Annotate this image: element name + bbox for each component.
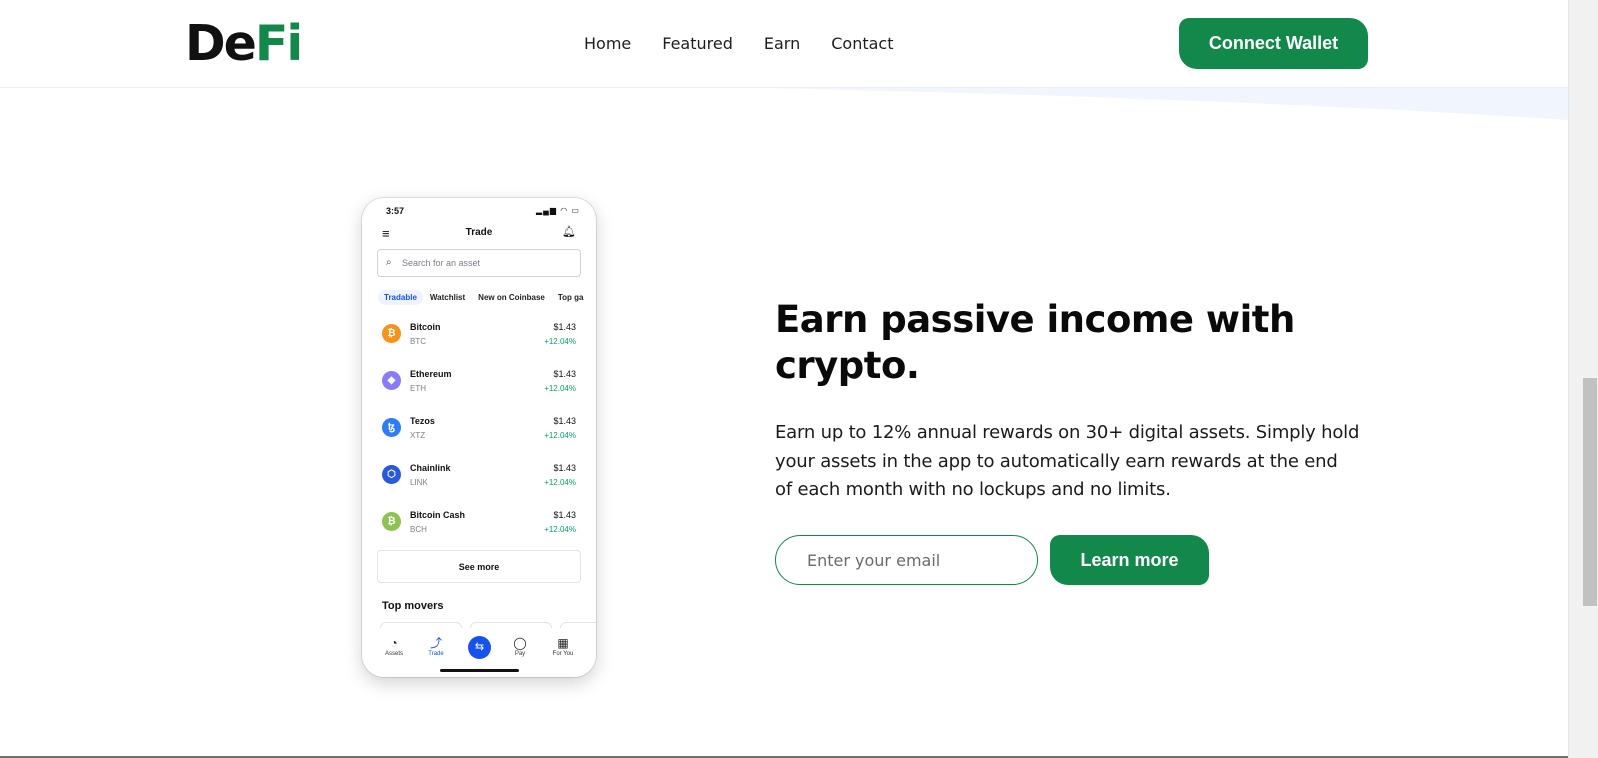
asset-name: Chainlink (410, 463, 451, 473)
asset-name: Ethereum (410, 369, 452, 379)
phone-title: Trade (465, 227, 493, 238)
search-icon: ⌕ (386, 257, 392, 268)
asset-price: $1.43 (553, 463, 576, 473)
connect-wallet-button[interactable]: Connect Wallet (1179, 18, 1368, 69)
asset-row[interactable]: ꜩ Tezos XTZ $1.43 +12.04% (362, 412, 596, 458)
nav-label: Pay (514, 651, 526, 657)
asset-change: +12.04% (544, 478, 576, 487)
nav-earn[interactable]: Earn (764, 31, 800, 57)
tab-watchlist[interactable]: Watchlist (424, 290, 471, 305)
bitcoin-cash-icon: ₿ (382, 512, 401, 531)
asset-symbol: LINK (410, 478, 428, 487)
email-input[interactable] (775, 535, 1038, 585)
asset-change: +12.04% (544, 431, 576, 440)
nav-pay[interactable]: ◯ Pay (500, 636, 540, 659)
phone-clock: 3:57 (386, 206, 405, 216)
swap-icon[interactable]: ⇆ (468, 636, 491, 659)
nav-featured[interactable]: Featured (662, 31, 733, 57)
asset-symbol: ETH (410, 384, 426, 393)
logo-text-fi: Fi (254, 15, 303, 72)
trend-icon: ⤴ (429, 636, 442, 650)
asset-price: $1.43 (553, 416, 576, 426)
chainlink-icon: ⬡ (382, 465, 401, 484)
nav-home[interactable]: Home (584, 31, 631, 57)
asset-row[interactable]: ⬡ Chainlink LINK $1.43 +12.04% (362, 459, 596, 505)
asset-name: Bitcoin (410, 322, 441, 332)
logo-text-de: De (185, 15, 257, 72)
pie-chart-icon: ◔ (390, 636, 398, 650)
scrollbar-thumb[interactable] (1583, 378, 1597, 606)
asset-row[interactable]: ₿ Bitcoin Cash BCH $1.43 +12.04% (362, 506, 596, 552)
asset-symbol: BCH (410, 525, 427, 534)
nav-for-you[interactable]: ▦ For You (543, 636, 583, 659)
asset-change: +12.04% (544, 525, 576, 534)
ethereum-icon: ◆ (382, 371, 401, 390)
home-indicator (440, 669, 519, 672)
nav-label: Trade (428, 651, 444, 657)
top-movers-heading: Top movers (382, 600, 444, 612)
bitcoin-icon: ₿ (382, 324, 401, 343)
asset-row[interactable]: ₿ Bitcoin BTC $1.43 +12.04% (362, 318, 596, 364)
nav-label: Assets (384, 651, 403, 657)
site-header: DeFi Home Featured Earn Contact Connect … (0, 0, 1568, 88)
hero-title: Earn passive income with crypto. (775, 298, 1295, 387)
page: DeFi Home Featured Earn Contact Connect … (0, 0, 1598, 758)
asset-price: $1.43 (553, 322, 576, 332)
grid-icon: ▦ (557, 636, 569, 650)
phone-search-placeholder: Search for an asset (402, 258, 481, 268)
asset-row[interactable]: ◆ Ethereum ETH $1.43 +12.04% (362, 365, 596, 411)
asset-change: +12.04% (544, 384, 576, 393)
phone-status-icons: ▂▄▆ ◠ ▭ (536, 206, 580, 215)
bell-icon[interactable]: 🔔︎ (562, 225, 576, 238)
asset-symbol: BTC (410, 337, 426, 346)
nav-assets[interactable]: ◔ Assets (374, 636, 414, 659)
logo[interactable]: DeFi (185, 14, 303, 74)
asset-price: $1.43 (553, 510, 576, 520)
see-more-button[interactable]: See more (377, 550, 581, 583)
tab-tradable[interactable]: Tradable (378, 290, 423, 305)
pay-icon: ◯ (513, 636, 527, 650)
tab-new-on-coinbase[interactable]: New on Coinbase (472, 290, 551, 305)
asset-change: +12.04% (544, 337, 576, 346)
phone-mockup: 3:57 ▂▄▆ ◠ ▭ ≡ Trade 🔔︎ ⌕ Search for an … (362, 198, 596, 677)
nav-trade[interactable]: ⤴ Trade (416, 636, 456, 659)
phone-search-field[interactable]: ⌕ Search for an asset (377, 249, 581, 277)
nav-label: For You (552, 651, 574, 657)
learn-more-button[interactable]: Learn more (1050, 535, 1209, 585)
asset-name: Bitcoin Cash (410, 510, 466, 520)
main-nav: Home Featured Earn Contact (584, 31, 924, 57)
asset-symbol: XTZ (410, 431, 426, 440)
tezos-icon: ꜩ (382, 418, 401, 437)
tab-top-gainers[interactable]: Top ga (552, 290, 590, 305)
asset-price: $1.43 (553, 369, 576, 379)
hero-description: Earn up to 12% annual rewards on 30+ dig… (775, 422, 1360, 500)
nav-contact[interactable]: Contact (831, 31, 893, 57)
phone-tabs: Tradable Watchlist New on Coinbase Top ga (378, 290, 590, 305)
background-wave (760, 88, 1568, 120)
asset-name: Tezos (410, 416, 435, 426)
